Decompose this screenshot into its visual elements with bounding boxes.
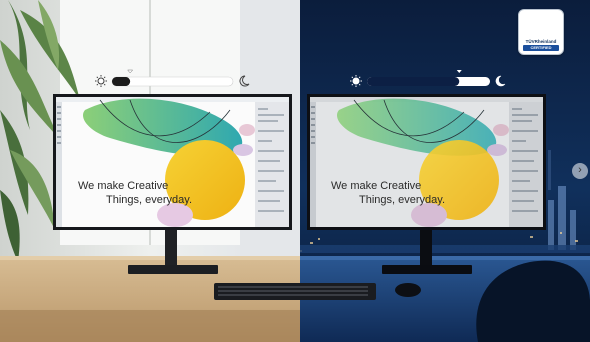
- screen-text-line1-night: We make Creative: [331, 180, 422, 192]
- slider-fill: [367, 77, 460, 86]
- badge-brand: TÜVRheinland: [525, 39, 557, 44]
- screen-text-line2-night: Things, everyday.: [359, 194, 446, 206]
- mouse: [395, 283, 421, 297]
- comparison-image: We make Creative Things, everyday. We ma…: [0, 0, 590, 342]
- chevron-right-icon: ›: [578, 164, 582, 176]
- scene-illustration: [0, 0, 590, 342]
- slider-fill: [112, 77, 131, 86]
- keyboard: [214, 283, 376, 300]
- next-slide-button[interactable]: ›: [572, 163, 588, 179]
- badge-label: CERTIFIED: [523, 45, 559, 51]
- screen-text-line1-day: We make Creative: [78, 180, 169, 192]
- screen-text-line2-day: Things, everyday.: [106, 194, 193, 206]
- tuv-certified-badge: TÜVRheinland CERTIFIED: [518, 9, 564, 55]
